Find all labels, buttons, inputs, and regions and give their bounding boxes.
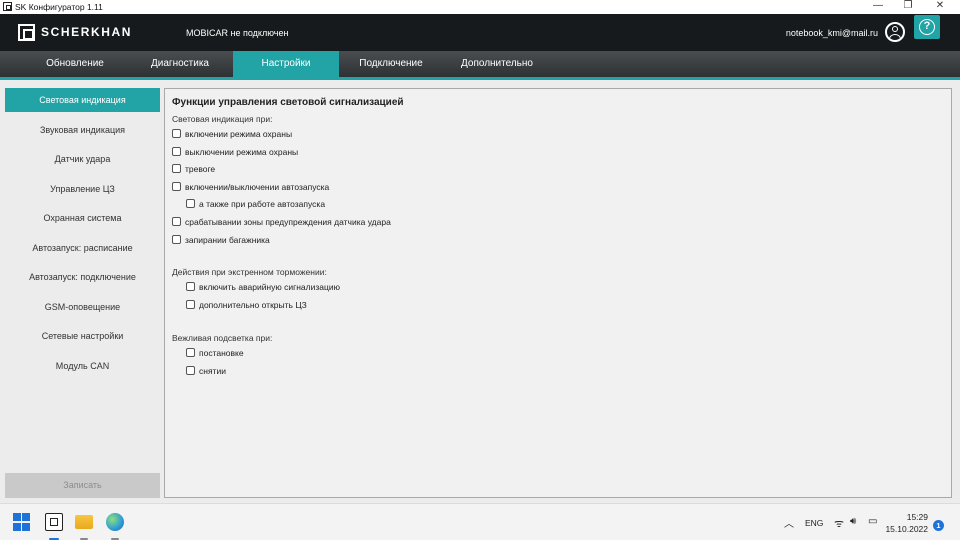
window-titlebar: SK Конфигуратор 1.11 — ❐ ✕ xyxy=(0,0,960,14)
option-unlock-central-lock[interactable]: дополнительно открыть ЦЗ xyxy=(186,300,307,312)
light-indication-group-label: Световая индикация при: xyxy=(172,114,273,124)
sidebar-item-autostart-connection[interactable]: Автозапуск: подключение xyxy=(5,265,160,289)
checkbox[interactable] xyxy=(186,366,195,376)
sk-configurator-icon[interactable] xyxy=(45,513,63,531)
help-icon: ? xyxy=(919,19,935,35)
checkbox[interactable] xyxy=(172,164,181,174)
logo-icon xyxy=(18,24,35,41)
option-courtesy-arm[interactable]: постановке xyxy=(186,348,244,360)
option-label: запирании багажника xyxy=(185,235,270,245)
brand-logo: SCHERKHAN xyxy=(41,25,133,39)
checkbox[interactable] xyxy=(172,217,181,227)
tab-update[interactable]: Обновление xyxy=(24,51,126,77)
sidebar-item-autostart-schedule[interactable]: Автозапуск: расписание xyxy=(5,236,160,260)
tab-connection[interactable]: Подключение xyxy=(340,51,442,77)
option-autostart-running[interactable]: а также при работе автозапуска xyxy=(186,199,325,211)
checkbox[interactable] xyxy=(172,129,181,139)
help-button[interactable]: ? xyxy=(914,15,940,39)
checkbox[interactable] xyxy=(186,199,195,209)
windows-start-icon[interactable] xyxy=(13,513,31,531)
sidebar-item-central-lock[interactable]: Управление ЦЗ xyxy=(5,177,160,201)
option-shock-warning-zone[interactable]: срабатывании зоны предупреждения датчика… xyxy=(172,217,391,229)
emergency-braking-group-label: Действия при экстренном торможении: xyxy=(172,267,327,277)
option-courtesy-disarm[interactable]: снятии xyxy=(186,366,226,378)
battery-icon[interactable]: ▭ xyxy=(868,516,877,527)
notification-badge[interactable]: 1 xyxy=(933,520,944,531)
sidebar-item-can-module[interactable]: Модуль CAN xyxy=(5,354,160,378)
close-button[interactable]: ✕ xyxy=(925,0,955,14)
user-body-shape xyxy=(889,34,901,40)
sidebar-item-security-system[interactable]: Охранная система xyxy=(5,206,160,230)
connection-status: MOBICAR не подключен xyxy=(186,28,289,38)
settings-panel: Функции управления световой сигнализацие… xyxy=(164,88,952,498)
user-email[interactable]: notebook_kmi@mail.ru xyxy=(760,28,878,38)
file-explorer-icon[interactable] xyxy=(75,515,93,529)
main-tabs: Обновление Диагностика Настройки Подключ… xyxy=(0,51,960,80)
restore-button[interactable]: ❐ xyxy=(893,0,923,14)
option-label: снятии xyxy=(199,366,226,376)
checkbox[interactable] xyxy=(186,282,195,292)
option-label: дополнительно открыть ЦЗ xyxy=(199,300,307,310)
checkbox[interactable] xyxy=(186,300,195,310)
option-label: тревоге xyxy=(185,164,216,174)
user-account-icon[interactable] xyxy=(885,22,905,42)
browser-icon[interactable] xyxy=(106,513,124,531)
option-label: срабатывании зоны предупреждения датчика… xyxy=(185,217,391,227)
checkbox[interactable] xyxy=(186,348,195,358)
option-label: включении/выключении автозапуска xyxy=(185,182,330,192)
tab-diagnostics[interactable]: Диагностика xyxy=(130,51,230,77)
brand-header: SCHERKHAN MOBICAR не подключен notebook_… xyxy=(0,14,960,51)
save-button[interactable]: Записать xyxy=(5,473,160,498)
courtesy-light-group-label: Вежливая подсветка при: xyxy=(172,333,273,343)
taskbar: ︿ ENG ᯤ 🔊︎ ▭ 15:29 15.10.2022 1 xyxy=(0,503,960,540)
user-head-shape xyxy=(892,26,898,32)
option-label: постановке xyxy=(199,348,244,358)
minimize-button[interactable]: — xyxy=(863,0,893,14)
window-title: SK Конфигуратор 1.11 xyxy=(15,2,103,12)
option-label: включить аварийную сигнализацию xyxy=(199,282,340,292)
option-arm-off[interactable]: выключении режима охраны xyxy=(172,147,298,159)
panel-title: Функции управления световой сигнализацие… xyxy=(172,97,404,108)
option-label: а также при работе автозапуска xyxy=(199,199,326,209)
settings-sidebar: Световая индикация Звуковая индикация Да… xyxy=(0,80,165,503)
language-indicator[interactable]: ENG xyxy=(805,518,823,528)
checkbox[interactable] xyxy=(172,182,181,192)
wifi-icon[interactable]: ᯤ xyxy=(834,516,844,531)
option-trunk-lock[interactable]: запирании багажника xyxy=(172,235,270,247)
checkbox[interactable] xyxy=(172,235,181,245)
checkbox[interactable] xyxy=(172,147,181,157)
option-alarm[interactable]: тревоге xyxy=(172,164,215,176)
sidebar-item-gsm-notification[interactable]: GSM-оповещение xyxy=(5,295,160,319)
option-label: выключении режима охраны xyxy=(185,147,299,157)
option-arm-on[interactable]: включении режима охраны xyxy=(172,129,292,141)
app-icon xyxy=(3,2,12,11)
sidebar-item-light-indication[interactable]: Световая индикация xyxy=(5,88,160,112)
tab-additional[interactable]: Дополнительно xyxy=(446,51,548,77)
option-label: включении режима охраны xyxy=(185,129,293,139)
tab-settings[interactable]: Настройки xyxy=(233,51,339,77)
volume-icon[interactable]: 🔊︎ xyxy=(850,516,856,527)
option-autostart-toggle[interactable]: включении/выключении автозапуска xyxy=(172,182,329,194)
sidebar-item-shock-sensor[interactable]: Датчик удара xyxy=(5,147,160,171)
tray-chevron-icon[interactable]: ︿ xyxy=(784,515,794,530)
clock-time[interactable]: 15:29 xyxy=(900,512,928,522)
sidebar-item-network-settings[interactable]: Сетевые настройки xyxy=(5,324,160,348)
sidebar-item-sound-indication[interactable]: Звуковая индикация xyxy=(5,118,160,142)
clock-date[interactable]: 15.10.2022 xyxy=(880,524,928,534)
option-hazard-lights[interactable]: включить аварийную сигнализацию xyxy=(186,282,340,294)
